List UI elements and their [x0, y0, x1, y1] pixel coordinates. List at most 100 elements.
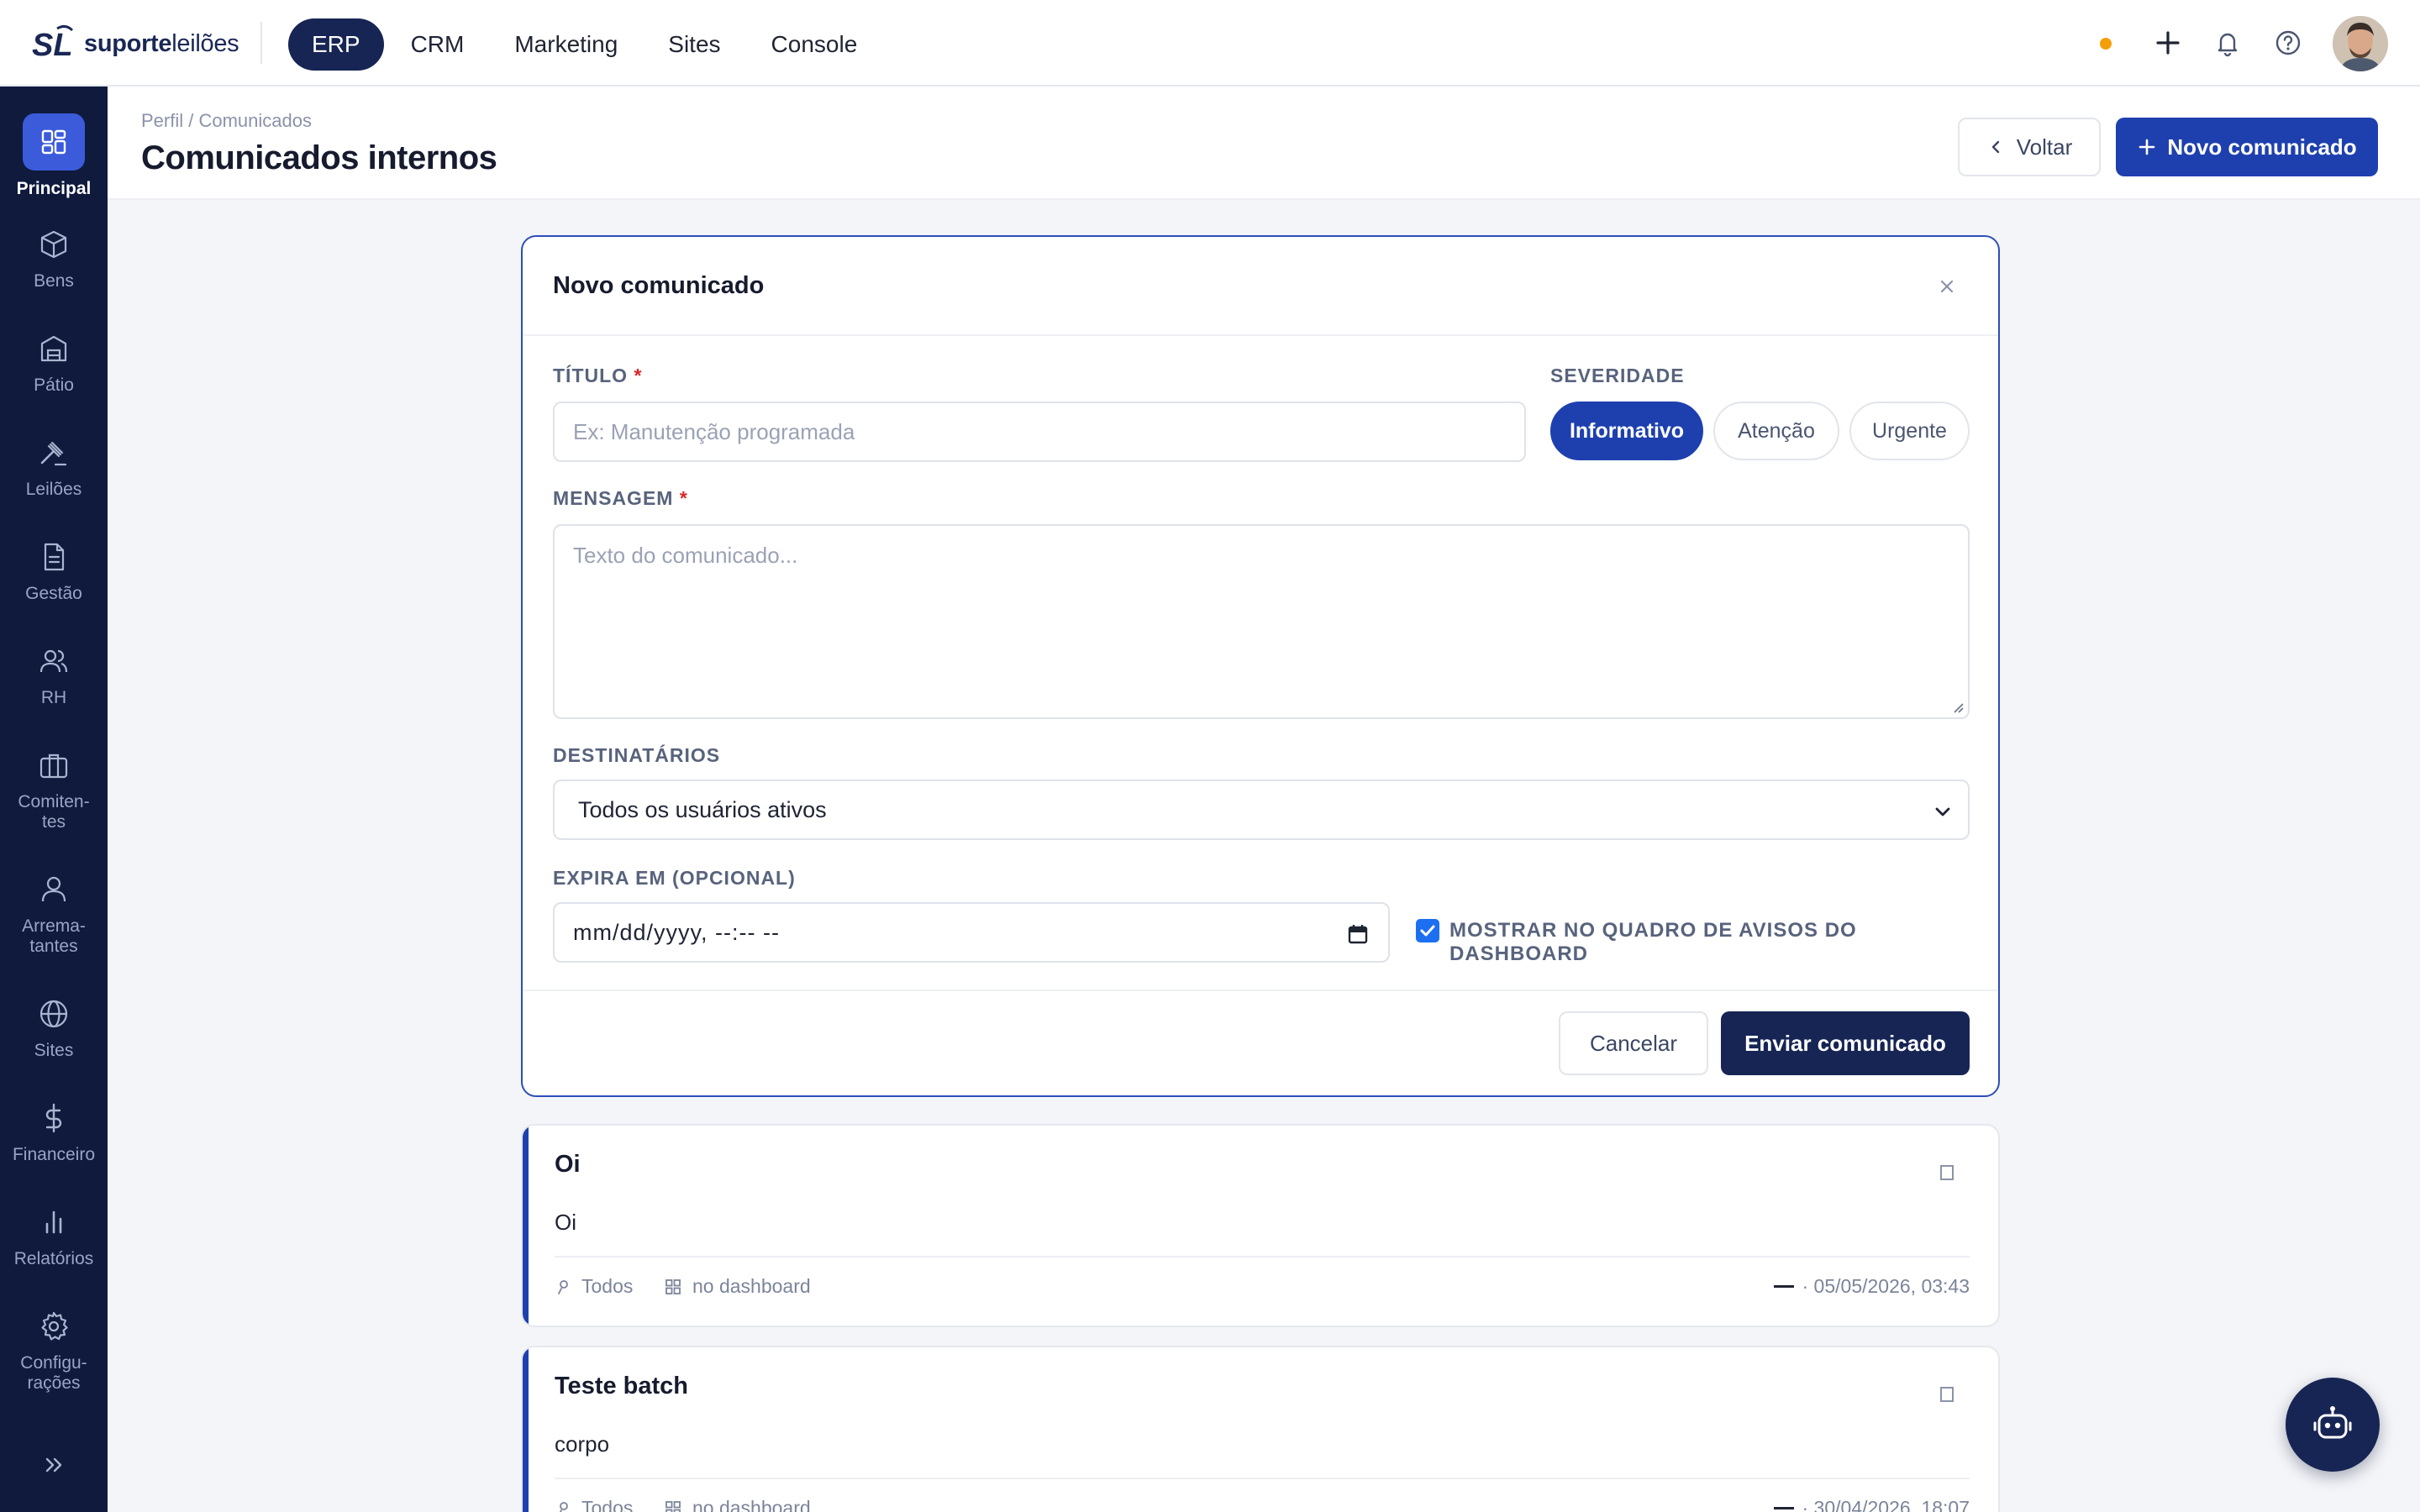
- box-icon: [35, 226, 72, 263]
- severity-label: SEVERIDADE: [1550, 365, 1685, 386]
- svg-text:SL: SL: [32, 28, 73, 63]
- top-bar: SL suporteleilões ERP CRM Marketing Site…: [0, 0, 2420, 87]
- sidebar-item-gestao[interactable]: Gestão: [0, 538, 108, 604]
- sidebar-item-comitentes[interactable]: Comiten- tes: [0, 747, 108, 832]
- avatar[interactable]: [2333, 16, 2388, 71]
- nav-console[interactable]: Console: [748, 18, 881, 71]
- sidebar-label: Comiten- tes: [18, 792, 90, 832]
- expires-value: mm/dd/yyyy, --:-- --: [573, 919, 780, 945]
- plus-icon: [2139, 139, 2155, 155]
- help-icon[interactable]: [2271, 26, 2305, 60]
- severity-atencao[interactable]: Atenção: [1713, 402, 1839, 460]
- breadcrumb[interactable]: Perfil / Comunicados: [141, 110, 312, 132]
- new-notice-button-label: Novo comunicado: [2167, 134, 2357, 160]
- robot-icon: [2313, 1406, 2352, 1439]
- message-label: MENSAGEM *: [553, 487, 688, 509]
- nav-crm[interactable]: CRM: [387, 18, 488, 71]
- sidebar-item-financeiro[interactable]: Financeiro: [0, 1100, 108, 1165]
- back-button[interactable]: Voltar: [1958, 118, 2101, 176]
- recipients-select[interactable]: Todos os usuários ativos: [553, 780, 1970, 840]
- chevrons-right-icon[interactable]: [40, 1452, 67, 1478]
- severity-informativo[interactable]: Informativo: [1550, 402, 1703, 460]
- gavel-icon: [35, 434, 72, 471]
- sidebar-item-rh[interactable]: RH: [0, 643, 108, 708]
- user-icon: [558, 1279, 568, 1294]
- cancel-button[interactable]: Cancelar: [1559, 1011, 1708, 1075]
- warehouse-icon: [35, 330, 72, 367]
- sidebar-label: RH: [40, 688, 67, 707]
- notice-divider: [555, 1256, 1970, 1257]
- sidebar-item-bens[interactable]: Bens: [0, 226, 108, 291]
- page-title: Comunicados internos: [141, 139, 497, 176]
- resize-handle-icon[interactable]: [1951, 701, 1965, 714]
- sidebar: Principal Bens Pátio Leilões Gestão RH C…: [0, 87, 108, 1512]
- plus-icon[interactable]: [2151, 26, 2185, 60]
- dash-icon: [1773, 1285, 1794, 1288]
- trash-icon[interactable]: [1936, 1383, 1958, 1404]
- calendar-icon[interactable]: [1346, 922, 1370, 946]
- close-icon[interactable]: [1936, 276, 1958, 297]
- topbar-divider: [260, 22, 262, 64]
- dollar-icon: [35, 1100, 72, 1137]
- dashboard-icon: [666, 1500, 681, 1512]
- brand-logo[interactable]: SL suporteleilões: [32, 24, 239, 64]
- page-header: Perfil / Comunicados Comunicados interno…: [108, 87, 2420, 200]
- dashboard-checkbox[interactable]: [1416, 919, 1439, 942]
- message-textarea[interactable]: Texto do comunicado...: [553, 524, 1970, 719]
- briefcase-icon: [35, 747, 72, 784]
- message-placeholder: Texto do comunicado...: [573, 543, 798, 568]
- notice-card: Oi Oi Todos no dashboard · 05/05/2026, 0…: [521, 1124, 2000, 1327]
- sidebar-item-relatorios[interactable]: Relatórios: [0, 1204, 108, 1269]
- sidebar-label: Financeiro: [12, 1145, 96, 1164]
- back-button-label: Voltar: [2016, 134, 2073, 160]
- bell-icon[interactable]: [2211, 26, 2244, 60]
- notice-date: · 05/05/2026, 03:43: [1773, 1275, 1970, 1298]
- gear-icon: [35, 1308, 72, 1345]
- sidebar-label: Bens: [34, 271, 74, 291]
- notice-body: Oi: [555, 1210, 576, 1235]
- notice-title: Oi: [555, 1151, 581, 1178]
- notice-body: corpo: [555, 1431, 610, 1457]
- notice-placement: no dashboard: [664, 1275, 811, 1298]
- notice-placement: no dashboard: [664, 1497, 811, 1512]
- recipients-value: Todos os usuários ativos: [578, 796, 827, 822]
- dash-icon: [1773, 1507, 1794, 1509]
- notice-divider: [555, 1478, 1970, 1479]
- nav-sites[interactable]: Sites: [644, 18, 744, 71]
- check-icon: [1420, 925, 1435, 937]
- expires-label: EXPIRA EM (OPCIONAL): [553, 867, 796, 889]
- nav-erp[interactable]: ERP: [288, 18, 384, 71]
- form-footer-divider: [523, 990, 1998, 991]
- sidebar-item-sites[interactable]: Sites: [0, 995, 108, 1061]
- sidebar-item-arrematantes[interactable]: Arrema- tantes: [0, 871, 108, 957]
- user-icon: [559, 1501, 568, 1512]
- sidebar-label: Configu- rações: [20, 1353, 87, 1393]
- sidebar-label: Sites: [34, 1041, 74, 1060]
- dashboard-checkbox-label[interactable]: MOSTRAR NO QUADRO DE AVISOS DO DASHBOARD: [1449, 919, 1998, 966]
- bar-chart-icon: [35, 1204, 72, 1241]
- new-notice-button[interactable]: Novo comunicado: [2116, 118, 2378, 176]
- submit-button[interactable]: Enviar comunicado: [1721, 1011, 1970, 1075]
- title-input[interactable]: Ex: Manutenção programada: [553, 402, 1526, 462]
- expires-datetime-input[interactable]: mm/dd/yyyy, --:-- --: [553, 902, 1390, 963]
- logo-mark: SL: [32, 24, 74, 63]
- new-notice-form: Novo comunicado TÍTULO * Ex: Manutenção …: [521, 235, 2000, 1097]
- user-icon: [35, 871, 72, 908]
- sidebar-label: Principal: [16, 179, 92, 198]
- sidebar-item-leiloes[interactable]: Leilões: [0, 434, 108, 500]
- chevron-down-icon: [1935, 807, 1950, 816]
- sidebar-label: Relatórios: [13, 1249, 94, 1268]
- notice-accent: [523, 1126, 529, 1326]
- sidebar-item-configuracoes[interactable]: Configu- rações: [0, 1308, 108, 1394]
- users-icon: [35, 643, 72, 680]
- dashboard-icon: [666, 1278, 681, 1294]
- trash-icon[interactable]: [1936, 1161, 1958, 1183]
- assistant-bot-button[interactable]: [2286, 1378, 2380, 1472]
- brand-name: suporteleilões: [84, 29, 239, 57]
- dashboard-icon: [23, 113, 85, 171]
- nav-marketing[interactable]: Marketing: [491, 18, 641, 71]
- sidebar-item-principal[interactable]: Principal: [0, 113, 108, 199]
- recipients-label: DESTINATÁRIOS: [553, 744, 721, 766]
- sidebar-item-patio[interactable]: Pátio: [0, 330, 108, 396]
- severity-urgente[interactable]: Urgente: [1849, 402, 1970, 460]
